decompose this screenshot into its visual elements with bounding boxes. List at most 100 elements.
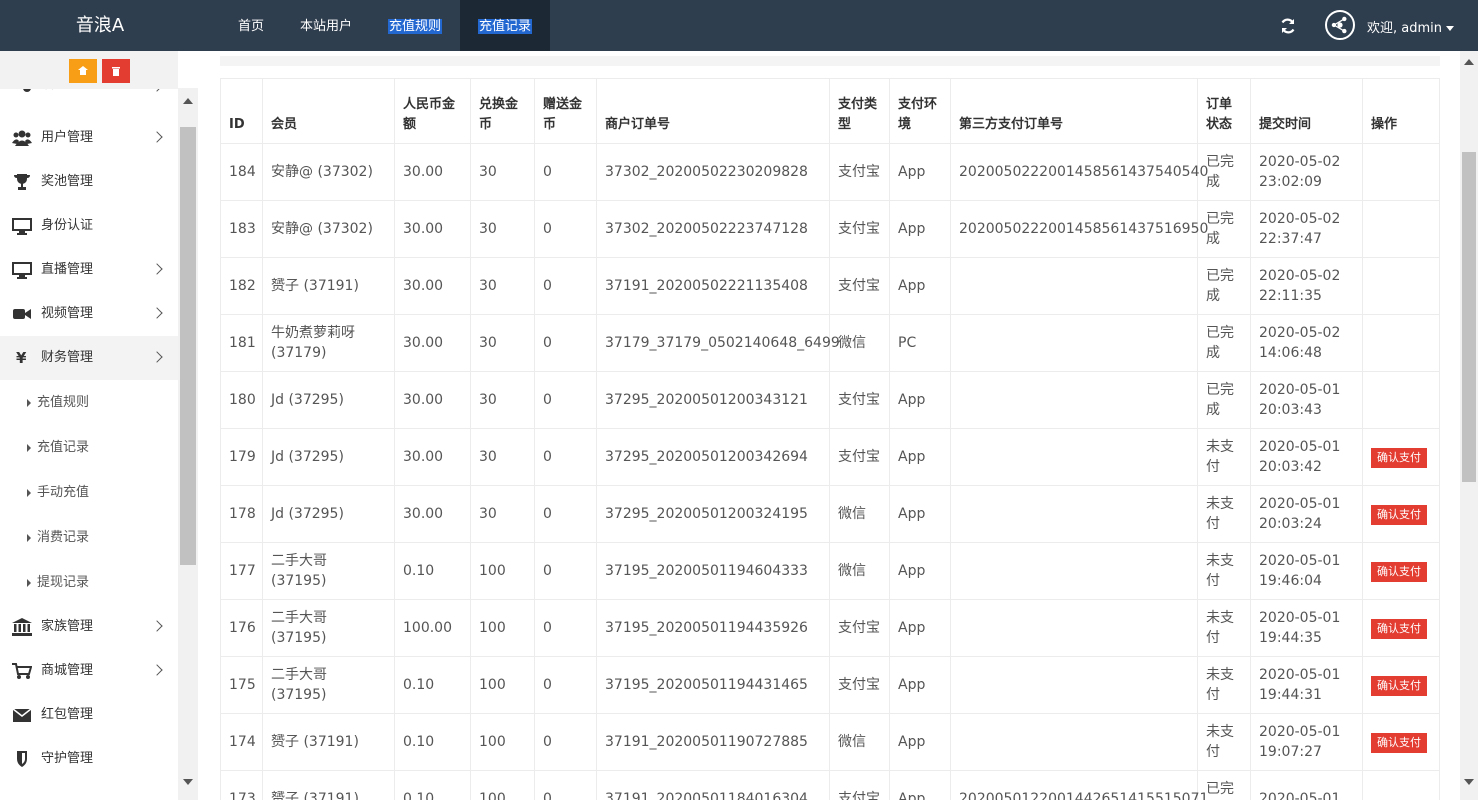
header-pay-type[interactable]: 支付类型 bbox=[829, 78, 890, 144]
cell-pay-type: 微信 bbox=[829, 713, 890, 771]
sidebar-shortcut-bar bbox=[0, 51, 178, 89]
header-third-order[interactable]: 第三方支付订单号 bbox=[950, 78, 1198, 144]
avatar[interactable] bbox=[1325, 10, 1355, 40]
header-id[interactable]: ID bbox=[220, 78, 263, 144]
cell-coin: 30 bbox=[470, 371, 535, 429]
sidebar-item-identity[interactable]: 身份认证 bbox=[0, 204, 178, 248]
confirm-payment-button[interactable]: 确认支付 bbox=[1371, 618, 1427, 639]
sidebar-item-family[interactable]: 家族管理 bbox=[0, 605, 178, 649]
cell-third-order bbox=[950, 371, 1198, 429]
cell-date: 2020-05-01 bbox=[1259, 439, 1341, 455]
home-button[interactable] bbox=[69, 59, 97, 83]
cell-date: 2020-05-01 bbox=[1259, 667, 1341, 683]
header-status[interactable]: 订单状态 bbox=[1197, 78, 1251, 144]
sidebar-item-live[interactable]: 直播管理 bbox=[0, 248, 178, 292]
header-coin[interactable]: 兑换金币 bbox=[470, 78, 535, 144]
brand-logo[interactable]: 音浪A bbox=[0, 0, 200, 51]
content-header-strip bbox=[220, 56, 1440, 66]
cell-third-order: 2020050222001458561437516950 bbox=[950, 200, 1208, 258]
sidebar-subitem-consumption[interactable]: 消费记录 bbox=[0, 515, 178, 560]
cell-member: 赟子 (37191) bbox=[262, 257, 395, 315]
confirm-payment-button[interactable]: 确认支付 bbox=[1371, 732, 1427, 753]
cell-third-order bbox=[950, 257, 1198, 315]
table-row: 184 安静@ (37302) 30.00 30 0 37302_202005022302… bbox=[220, 143, 1440, 201]
cell-date: 2020-05-01 bbox=[1259, 496, 1341, 512]
scroll-up-icon[interactable] bbox=[1464, 59, 1474, 65]
header-pay-env[interactable]: 支付环境 bbox=[889, 78, 951, 144]
cell-pay-type: 微信 bbox=[829, 314, 890, 372]
clear-cache-button[interactable] bbox=[102, 59, 130, 83]
sidebar-subitem-manual-recharge[interactable]: 手动充值 bbox=[0, 470, 178, 515]
nav-home[interactable]: 首页 bbox=[220, 0, 282, 51]
cell-third-order bbox=[950, 485, 1198, 543]
cell-coin: 30 bbox=[470, 143, 535, 201]
cell-date: 2020-05-01 bbox=[1259, 553, 1341, 569]
cell-gift: 0 bbox=[534, 143, 597, 201]
scroll-down-icon[interactable] bbox=[1464, 779, 1474, 785]
page-scrollbar-thumb[interactable] bbox=[1462, 152, 1476, 482]
chevron-right-icon bbox=[151, 307, 163, 319]
sidebar-subitem-label: 消费记录 bbox=[37, 530, 90, 545]
table-row: 177 二手大哥 (37195) 0.10 100 0 37195_20200501194… bbox=[220, 542, 1440, 600]
nav-recharge-rules[interactable]: 充值规则 bbox=[370, 0, 460, 51]
cell-id: 182 bbox=[220, 257, 263, 315]
cell-order: 37179_37179_0502140648_6499 bbox=[596, 314, 840, 372]
cell-third-order bbox=[950, 656, 1198, 714]
caret-right-icon bbox=[27, 444, 31, 452]
table-row: 182 赟子 (37191) 30.00 30 0 37191_2020050222113… bbox=[220, 257, 1440, 315]
sidebar-item-redpacket[interactable]: 红包管理 bbox=[0, 693, 178, 737]
cell-action bbox=[1362, 371, 1440, 429]
confirm-payment-button[interactable]: 确认支付 bbox=[1371, 504, 1427, 525]
cell-date: 2020-05-01 bbox=[1259, 610, 1341, 626]
sidebar-subitem-withdrawal[interactable]: 提现记录 bbox=[0, 560, 178, 605]
cell-third-order bbox=[950, 314, 1198, 372]
cell-status: 已完成 bbox=[1197, 371, 1251, 429]
cell-date: 2020-05-02 bbox=[1259, 325, 1341, 341]
scroll-down-icon[interactable] bbox=[183, 779, 193, 785]
confirm-payment-button[interactable]: 确认支付 bbox=[1371, 561, 1427, 582]
sidebar-item-guard[interactable]: 守护管理 bbox=[0, 737, 178, 781]
cell-order: 37295_20200501200343121 bbox=[596, 371, 830, 429]
table-row: 181 牛奶煮萝莉呀 (37179) 30.00 30 0 37179_37179_050… bbox=[220, 314, 1440, 372]
nav-recharge-records[interactable]: 充值记录 bbox=[460, 0, 551, 51]
cell-third-order bbox=[950, 428, 1198, 486]
cell-member: 赟子 (37191) bbox=[262, 770, 395, 800]
sidebar-subitem-recharge-rules[interactable]: 充值规则 bbox=[0, 380, 178, 425]
cell-time: 2020-05-02 14:06:48 bbox=[1250, 314, 1363, 372]
cell-action: 确认支付 bbox=[1362, 713, 1440, 771]
header-rmb[interactable]: 人民币金额 bbox=[394, 78, 471, 144]
sidebar-item-users[interactable]: 用户管理 bbox=[0, 116, 178, 160]
cell-id: 176 bbox=[220, 599, 263, 657]
confirm-payment-button[interactable]: 确认支付 bbox=[1371, 447, 1427, 468]
sidebar-menu: 设置 用户管理 奖池管理 身份认证 直播管理 视频管理 ¥ 财务管理 bbox=[0, 77, 178, 781]
nav-site-users[interactable]: 本站用户 bbox=[282, 0, 370, 51]
sidebar-item-jackpot[interactable]: 奖池管理 bbox=[0, 160, 178, 204]
cell-pay-env: App bbox=[889, 713, 951, 771]
refresh-icon[interactable] bbox=[1279, 17, 1297, 35]
header-time[interactable]: 提交时间 bbox=[1250, 78, 1363, 144]
cell-rmb: 30.00 bbox=[394, 314, 471, 372]
scroll-up-icon[interactable] bbox=[183, 98, 193, 104]
table-row: 173 赟子 (37191) 0.10 100 0 37191_2020050118401… bbox=[220, 770, 1440, 800]
caret-down-icon bbox=[1446, 26, 1454, 31]
sidebar-subitem-recharge-records[interactable]: 充值记录 bbox=[0, 425, 178, 470]
cell-member: Jd (37295) bbox=[262, 485, 395, 543]
sidebar-item-finance[interactable]: ¥ 财务管理 bbox=[0, 336, 178, 380]
cell-gift: 0 bbox=[534, 713, 597, 771]
confirm-payment-button[interactable]: 确认支付 bbox=[1371, 675, 1427, 696]
cell-action: 确认支付 bbox=[1362, 485, 1440, 543]
cell-pay-type: 支付宝 bbox=[829, 770, 890, 800]
cell-coin: 100 bbox=[470, 713, 535, 771]
header-member[interactable]: 会员 bbox=[262, 78, 395, 144]
header-order[interactable]: 商户订单号 bbox=[596, 78, 830, 144]
cell-status: 未支付 bbox=[1197, 428, 1251, 486]
header-gift[interactable]: 赠送金币 bbox=[534, 78, 597, 144]
cell-clock: 22:11:35 bbox=[1259, 288, 1322, 304]
user-menu[interactable]: 欢迎, admin bbox=[1367, 0, 1454, 51]
sidebar-item-shop[interactable]: 商城管理 bbox=[0, 649, 178, 693]
sidebar-item-video[interactable]: 视频管理 bbox=[0, 292, 178, 336]
sidebar-scrollbar-thumb[interactable] bbox=[180, 127, 196, 565]
bank-icon bbox=[12, 618, 32, 636]
cell-pay-env: App bbox=[889, 656, 951, 714]
users-icon bbox=[12, 130, 32, 146]
